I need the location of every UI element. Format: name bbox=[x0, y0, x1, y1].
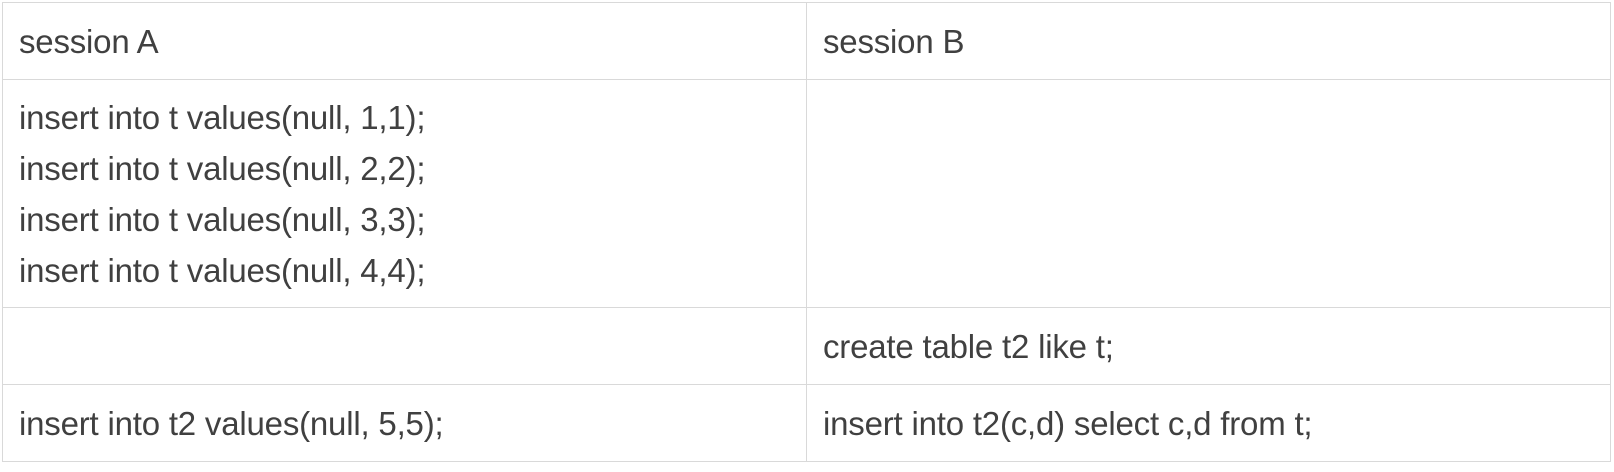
sql-statement: insert into t2(c,d) select c,d from t; bbox=[823, 404, 1313, 442]
cell-session-a: insert into t values(null, 1,1); insert … bbox=[2, 79, 807, 308]
sql-statement: insert into t values(null, 2,2); bbox=[19, 149, 426, 187]
table-header-row: session A session B bbox=[2, 2, 1611, 80]
cell-session-a bbox=[2, 307, 807, 385]
header-label: session B bbox=[823, 22, 965, 60]
session-table-container: session A session B insert into t values… bbox=[2, 2, 1611, 462]
header-session-a: session A bbox=[2, 2, 807, 80]
sql-statement: insert into t values(null, 3,3); bbox=[19, 200, 426, 238]
table-row: insert into t2 values(null, 5,5); insert… bbox=[2, 384, 1611, 462]
cell-session-b: insert into t2(c,d) select c,d from t; bbox=[806, 384, 1611, 462]
header-session-b: session B bbox=[806, 2, 1611, 80]
sql-statement: insert into t values(null, 1,1); bbox=[19, 98, 426, 136]
cell-session-b bbox=[806, 79, 1611, 308]
cell-session-b: create table t2 like t; bbox=[806, 307, 1611, 385]
sql-statement: create table t2 like t; bbox=[823, 327, 1114, 365]
table-row: create table t2 like t; bbox=[2, 307, 1611, 385]
header-label: session A bbox=[19, 22, 159, 60]
sql-statement: insert into t2 values(null, 5,5); bbox=[19, 404, 444, 442]
session-table: session A session B insert into t values… bbox=[2, 2, 1611, 462]
table-row: insert into t values(null, 1,1); insert … bbox=[2, 79, 1611, 308]
sql-statement: insert into t values(null, 4,4); bbox=[19, 251, 426, 289]
cell-session-a: insert into t2 values(null, 5,5); bbox=[2, 384, 807, 462]
